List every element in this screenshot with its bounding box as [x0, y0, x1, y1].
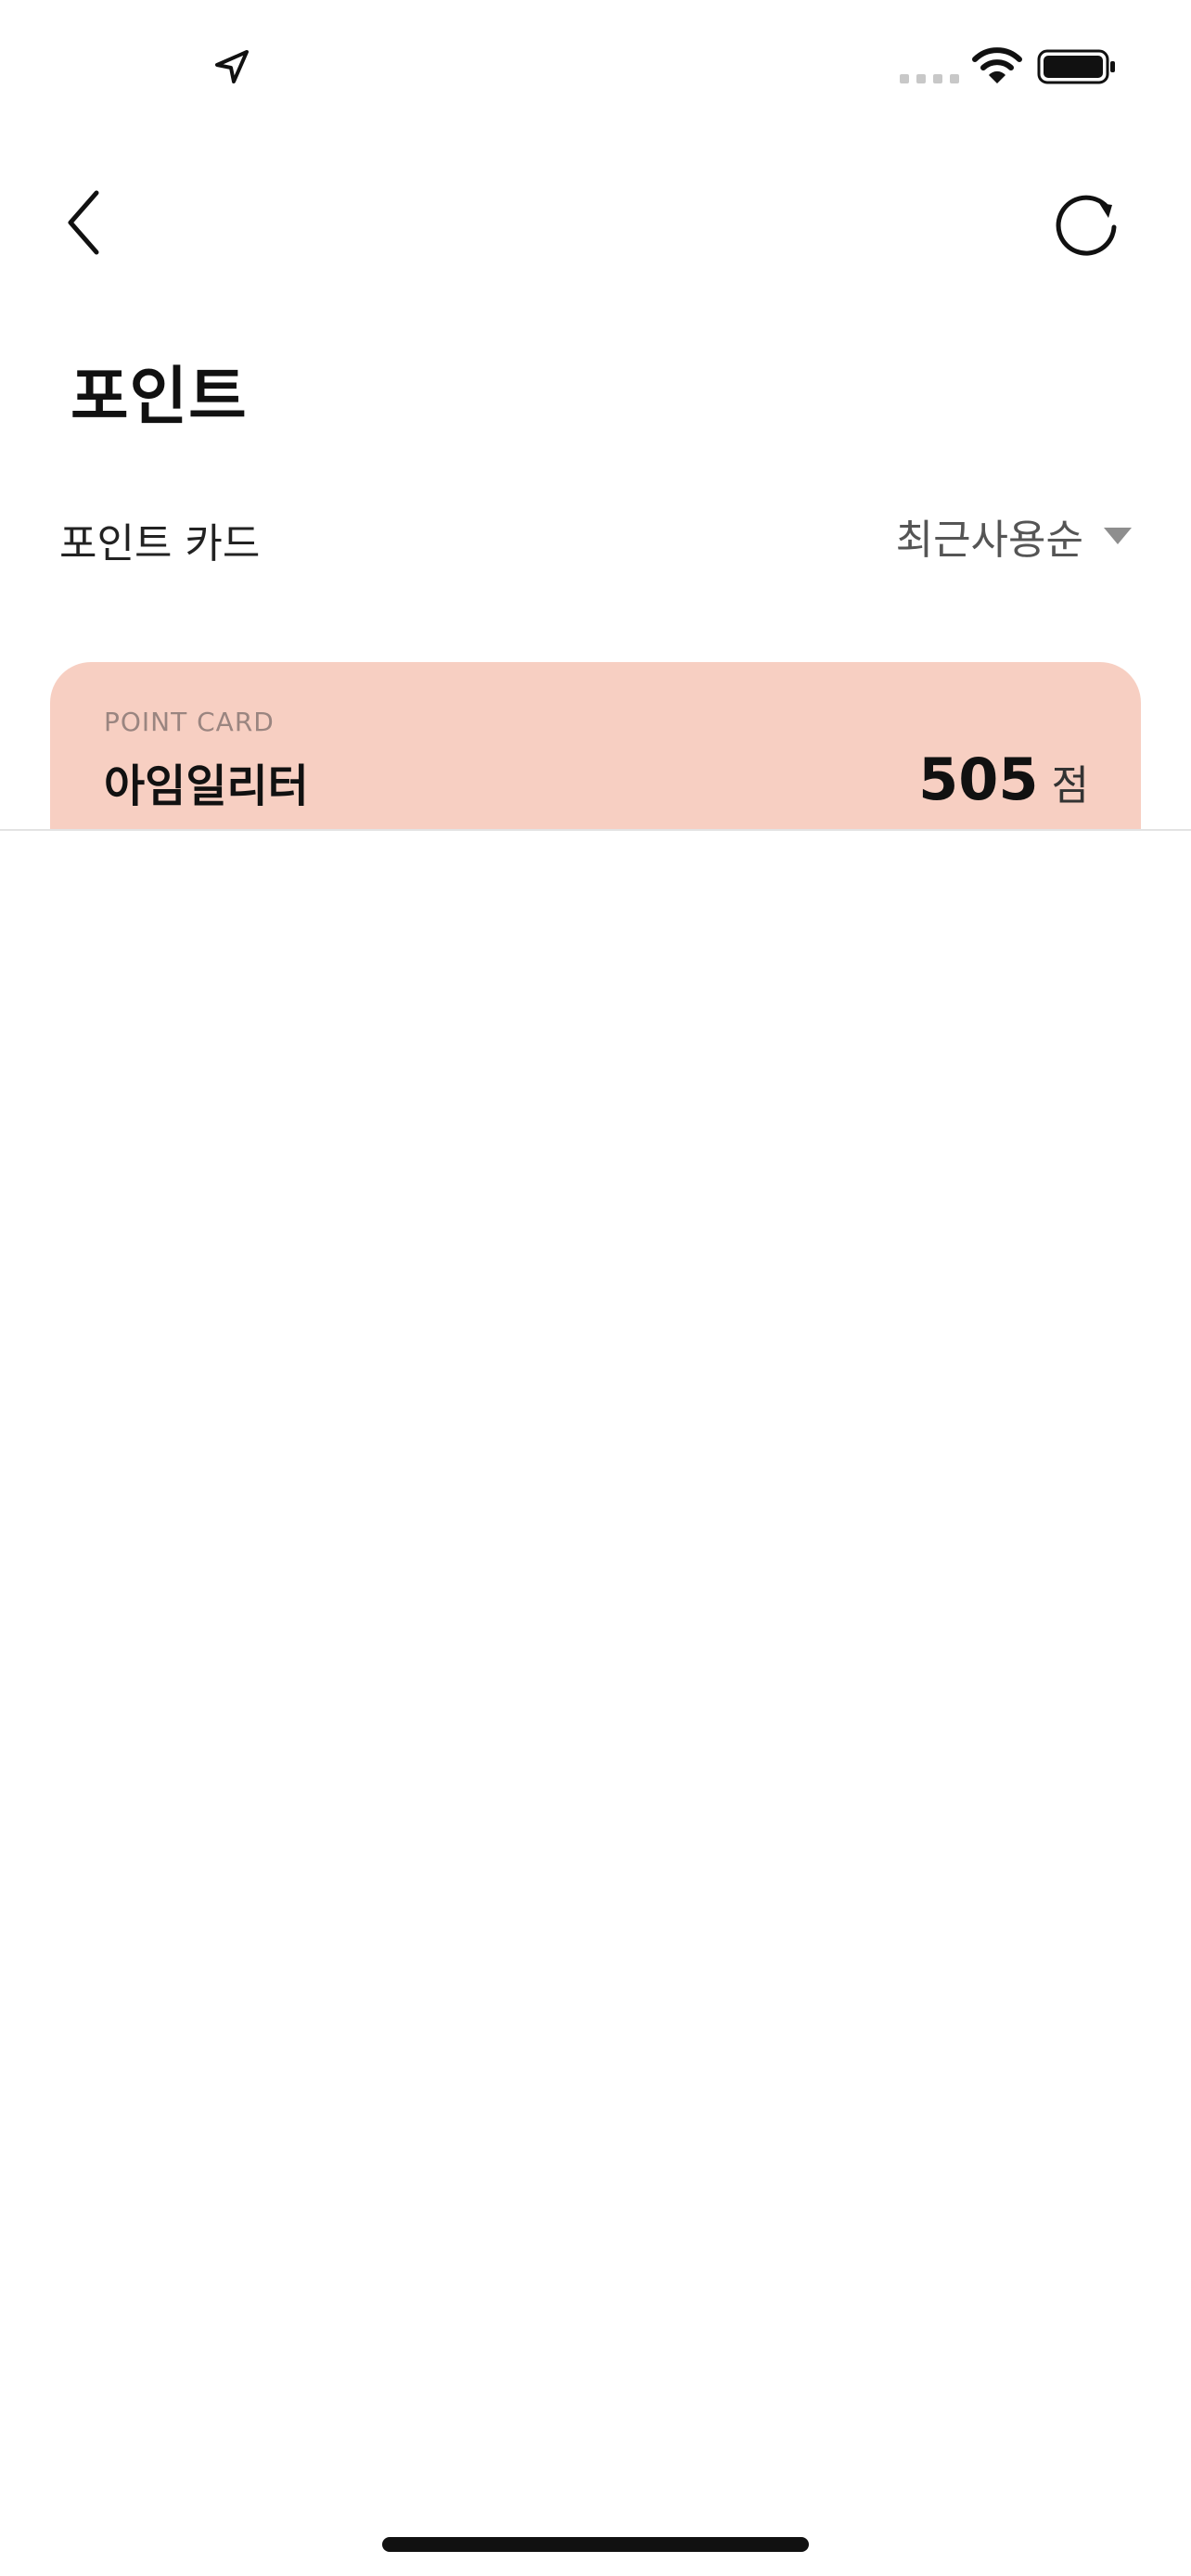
sort-dropdown[interactable]: 최근사용순 — [896, 506, 1132, 566]
location-arrow-icon — [215, 50, 249, 83]
caret-down-icon — [1104, 528, 1132, 544]
card-points-unit: 점 — [1051, 762, 1089, 810]
back-button[interactable] — [46, 185, 121, 260]
point-card[interactable]: POINT CARD 아임일리터 505 점 — [50, 662, 1141, 829]
page-title: 포인트 — [70, 361, 248, 434]
divider — [0, 829, 1191, 831]
battery-icon — [1037, 49, 1115, 84]
card-name: 아임일리터 — [104, 760, 309, 812]
card-kicker: POINT CARD — [104, 707, 275, 737]
wifi-icon — [972, 47, 1022, 83]
nav-bar — [0, 167, 1191, 278]
card-list: POINT CARD 아임일리터 505 점 — [0, 649, 1191, 829]
card-points: 505 점 — [918, 746, 1089, 813]
refresh-icon — [1056, 195, 1117, 256]
home-indicator[interactable] — [382, 2537, 809, 2552]
card-points-value: 505 — [918, 746, 1039, 813]
point-card-section-header: 포인트 카드 최근사용순 — [59, 501, 1132, 575]
cellular-signal-icon — [900, 74, 959, 83]
chevron-left-icon — [68, 190, 99, 255]
sort-selected-label: 최근사용순 — [895, 516, 1083, 564]
refresh-button[interactable] — [1046, 185, 1130, 269]
status-bar — [0, 0, 1191, 130]
section-label: 포인트 카드 — [59, 520, 261, 567]
